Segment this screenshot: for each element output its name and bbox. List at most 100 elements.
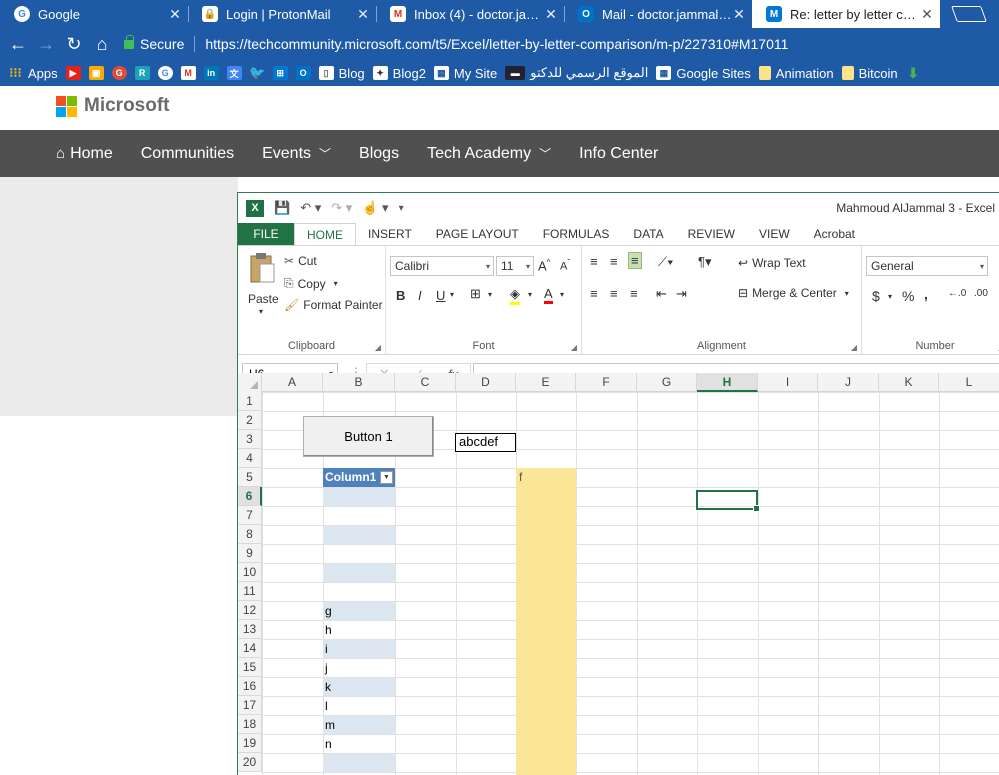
row-header[interactable]: 11 — [238, 582, 262, 601]
undo-icon[interactable]: ↶ ▾ — [300, 200, 321, 216]
close-icon[interactable]: ✕ — [356, 6, 370, 23]
row-header[interactable]: 4 — [238, 449, 262, 468]
touch-mode-icon[interactable]: ☝ ▾ — [362, 200, 388, 216]
customize-qat-icon[interactable]: ▾ — [399, 203, 404, 214]
nav-events[interactable]: Events ﹀ — [262, 145, 331, 163]
decrease-decimal-icon[interactable]: .00 — [974, 288, 988, 299]
nav-communities[interactable]: Communities — [141, 145, 234, 163]
font-color-icon[interactable]: A — [544, 286, 553, 304]
row-header[interactable]: 5 — [238, 468, 262, 487]
align-center-icon[interactable]: ≡ — [610, 286, 618, 301]
table-cell[interactable]: n — [323, 735, 395, 753]
tab-formulas[interactable]: FORMULAS — [531, 223, 622, 245]
column-header-j[interactable]: J — [818, 373, 879, 392]
row-header[interactable]: 3 — [238, 430, 262, 449]
close-icon[interactable]: ✕ — [732, 6, 746, 23]
back-arrow-icon[interactable]: ← — [4, 34, 32, 55]
tab-acrobat[interactable]: Acrobat — [802, 223, 867, 245]
redo-icon[interactable]: ↷ ▾ — [331, 200, 352, 216]
table-cell[interactable]: l — [323, 697, 395, 715]
tab-review[interactable]: REVIEW — [676, 223, 747, 245]
highlighted-column-e[interactable]: f — [516, 468, 576, 775]
nav-home[interactable]: ⌂ Home — [56, 145, 113, 163]
nav-blogs[interactable]: Blogs — [359, 145, 399, 163]
row-header[interactable]: 16 — [238, 677, 262, 696]
chevron-down-icon[interactable]: ▾ — [528, 290, 532, 299]
dialog-launcher-icon[interactable]: ◢ — [375, 343, 381, 352]
close-icon[interactable]: ✕ — [920, 6, 934, 23]
font-size-select[interactable]: 11 ▾ — [496, 256, 534, 276]
row-header[interactable]: 1 — [238, 392, 262, 411]
dialog-launcher-icon[interactable]: ◢ — [851, 343, 857, 352]
column-header-l[interactable]: L — [939, 373, 999, 392]
align-right-icon[interactable]: ≡ — [630, 286, 638, 301]
column-header-b[interactable]: B — [323, 373, 395, 392]
table-cell[interactable]: g — [323, 602, 395, 620]
increase-decimal-icon[interactable]: ←.0 — [948, 288, 966, 299]
table-cell[interactable]: h — [323, 621, 395, 639]
new-tab-button[interactable] — [951, 6, 987, 22]
table-cell[interactable] — [323, 507, 395, 525]
row-header[interactable]: 12 — [238, 601, 262, 620]
row-header[interactable]: 15 — [238, 658, 262, 677]
cut-button[interactable]: ✂ Cut — [284, 254, 317, 268]
address-bar[interactable]: Secure https://techcommunity.microsoft.c… — [124, 34, 788, 52]
bookmark-linkedin[interactable]: in — [203, 66, 219, 80]
bookmark-google[interactable]: G — [157, 66, 173, 80]
microsoft-logo[interactable]: Microsoft — [56, 95, 170, 117]
chevron-down-icon[interactable]: ▾ — [560, 290, 564, 299]
table-cell[interactable] — [323, 754, 395, 772]
underline-button[interactable]: U — [436, 288, 445, 303]
table-cell[interactable]: i — [323, 640, 395, 658]
bookmark-gmail[interactable]: M — [180, 66, 196, 80]
column-header-d[interactable]: D — [456, 373, 516, 392]
bookmark-mysite[interactable]: ▦ My Site — [433, 66, 497, 81]
table-cell[interactable]: k — [323, 678, 395, 696]
column-header-i[interactable]: I — [758, 373, 818, 392]
bold-button[interactable]: B — [396, 288, 405, 303]
number-format-select[interactable]: General ▾ — [866, 256, 988, 276]
form-button-1[interactable]: Button 1 — [303, 416, 434, 457]
format-painter-button[interactable]: 🖌 Format Painter — [284, 298, 383, 312]
chevron-down-icon[interactable]: ▾ — [450, 290, 454, 299]
bookmark-outlook[interactable]: O — [295, 66, 311, 80]
bookmark-animation[interactable]: Animation — [758, 66, 834, 81]
row-header[interactable]: 8 — [238, 525, 262, 544]
table-cell[interactable]: m — [323, 716, 395, 734]
close-icon[interactable]: ✕ — [168, 6, 182, 23]
column-header-k[interactable]: K — [879, 373, 939, 392]
tab-page-layout[interactable]: PAGE LAYOUT — [424, 223, 531, 245]
align-bottom-icon[interactable]: ≡ — [628, 252, 642, 269]
copy-button[interactable]: ⎘ Copy ▾ — [284, 276, 338, 291]
url-text[interactable]: https://techcommunity.microsoft.com/t5/E… — [205, 36, 788, 52]
borders-icon[interactable]: ⊞ — [470, 286, 481, 302]
bookmark-keep[interactable]: ▣ — [88, 66, 104, 80]
bookmark-office[interactable]: ⊞ — [272, 66, 288, 80]
decrease-indent-icon[interactable]: ⇤ — [656, 286, 667, 302]
column-header-h[interactable]: H — [697, 373, 758, 392]
browser-tab-community[interactable]: M Re: letter by letter compa ✕ — [752, 0, 940, 28]
bookmark-googleplus[interactable]: G — [111, 66, 127, 80]
bookmark-download[interactable]: ⬇ — [906, 65, 921, 81]
row-header[interactable]: 17 — [238, 696, 262, 715]
align-left-icon[interactable]: ≡ — [590, 286, 598, 301]
table-cell[interactable] — [323, 526, 395, 544]
bookmark-blog[interactable]: ▯ Blog — [318, 66, 365, 81]
bookmark-twitter[interactable]: 🐦 — [249, 65, 265, 80]
table-header-cell[interactable]: Column1 ▼ — [323, 468, 395, 487]
column-header-f[interactable]: F — [576, 373, 637, 392]
table-cell[interactable] — [323, 564, 395, 582]
increase-indent-icon[interactable]: ⇥ — [676, 286, 687, 302]
tab-data[interactable]: DATA — [621, 223, 675, 245]
row-header[interactable]: 20 — [238, 753, 262, 772]
row-header[interactable]: 18 — [238, 715, 262, 734]
table-cell[interactable]: j — [323, 659, 395, 677]
text-direction-icon[interactable]: ¶▾ — [698, 254, 712, 270]
save-icon[interactable]: 💾 — [274, 200, 290, 216]
column-header-c[interactable]: C — [395, 373, 456, 392]
align-top-icon[interactable]: ≡ — [590, 254, 598, 269]
fill-color-icon[interactable]: ◈ — [510, 286, 520, 305]
column-header-a[interactable]: A — [262, 373, 323, 392]
filter-dropdown-icon[interactable]: ▼ — [380, 471, 393, 484]
font-name-select[interactable]: Calibri ▾ — [390, 256, 494, 276]
